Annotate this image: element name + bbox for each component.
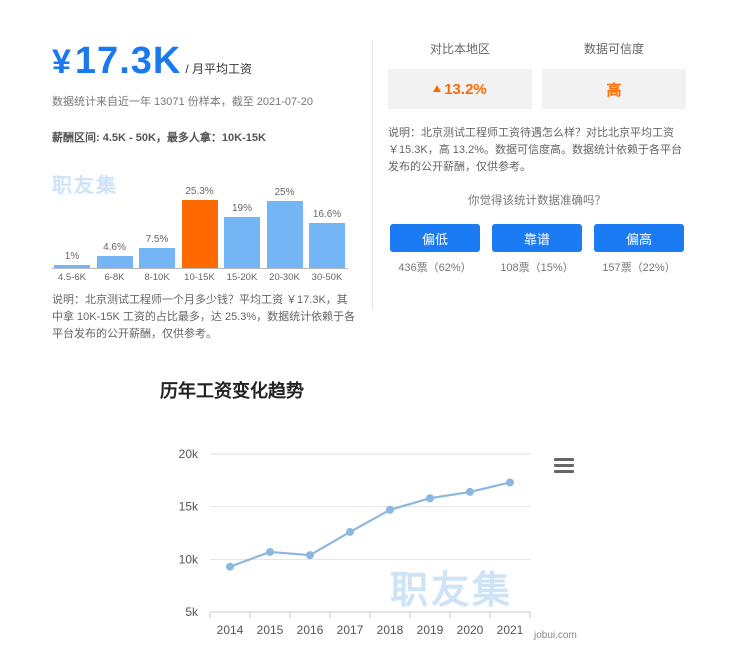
distribution-bar-15-20K (224, 216, 260, 268)
distribution-category-label: 6-8K (104, 272, 125, 283)
distribution-category-label: 10-15K (184, 272, 215, 283)
local-compare-percent: 13.2% (444, 80, 487, 98)
x-tick-label: 2020 (457, 623, 484, 637)
trend-data-point (506, 478, 514, 487)
vote-high: 偏高 157票（22%） (594, 224, 684, 275)
trend-data-point (306, 551, 314, 560)
distribution-category-label: 4.5-6K (58, 272, 86, 283)
vote-group: 偏低 436票（62%） 靠谱 108票（15%） 偏高 157票（22%） (388, 224, 686, 275)
average-salary: ¥ 17.3K / 月平均工资 (52, 40, 357, 83)
compare-note: 说明：北京测试工程师工资待遇怎么样？对比北京平均工资￥15.3K，高 13.2%… (388, 127, 682, 173)
local-compare-label: 对比本地区 (429, 42, 490, 56)
trend-data-point (226, 562, 234, 571)
salary-distribution-chart: 职友集 1% 4.5-6K 4.6% 6-8K 7.5% 8-10K 25.3% 10-15K… (52, 151, 357, 286)
distribution-bar-8-10K (139, 247, 175, 268)
distribution-bar-6-8K (96, 255, 133, 268)
accuracy-question: 你觉得该统计数据准确吗？ (468, 195, 606, 207)
trend-data-point (426, 494, 434, 503)
vote-high-count: 157票（22%） (602, 262, 676, 274)
distribution-bar-20-30K (266, 200, 303, 268)
salary-trend-chart: 职友集 5k 10k 15k 20k 2014 2015 2016 2017 2018 2019 20… (179, 447, 577, 641)
distribution-bar-label: 7.5% (145, 233, 169, 245)
trend-title: 历年工资变化趋势 (160, 381, 304, 401)
trend-data-point (466, 487, 474, 496)
currency-symbol: ¥ (52, 43, 71, 81)
distribution-bar-label: 25% (274, 186, 295, 198)
vote-low: 偏低 436票（62%） (390, 224, 480, 275)
vote-low-count: 436票（62%） (398, 262, 472, 274)
salary-note: 说明：北京测试工程师一个月多少钱？平均工资 ￥17.3K，其中拿 10K-15K… (52, 294, 356, 340)
distribution-category-label: 15-20K (226, 272, 258, 283)
vote-fair-count: 108票（15%） (500, 262, 574, 274)
x-tick-label: 2019 (417, 623, 444, 637)
y-tick-label: 15k (179, 500, 199, 514)
x-tick-label: 2018 (377, 623, 404, 637)
trend-data-point (346, 527, 354, 536)
x-tick-label: 2015 (257, 623, 284, 637)
local-compare-value: 13.2% (388, 69, 532, 109)
sample-info: 数据统计来自近一年 13071 份样本，截至 2021-07-20 (52, 96, 314, 108)
distribution-axis (52, 268, 348, 269)
distribution-bar-label: 25.3% (185, 186, 214, 197)
distribution-bar-10-15K (181, 200, 218, 268)
distribution-bar-label: 19% (231, 202, 252, 214)
x-tick-label: 2021 (497, 623, 524, 637)
salary-panel: ¥ 17.3K / 月平均工资 数据统计来自近一年 13071 份样本，截至 2… (52, 40, 357, 343)
arrow-up-icon (433, 84, 442, 92)
distribution-bar-30-50K (309, 223, 345, 268)
panel-divider (372, 40, 373, 310)
salary-amount: 17.3K (74, 40, 182, 82)
x-tick-label: 2017 (337, 623, 364, 637)
distribution-bar-label: 1% (64, 251, 80, 263)
salary-unit: / 月平均工资 (185, 62, 252, 76)
distribution-category-label: 20-30K (269, 272, 300, 283)
vote-low-button[interactable]: 偏低 (390, 224, 480, 252)
trust-value: 高 (542, 69, 686, 109)
y-tick-label: 10k (179, 552, 199, 566)
distribution-category-label: 8-10K (144, 272, 170, 283)
x-tick-label: 2014 (217, 623, 244, 637)
vote-high-button[interactable]: 偏高 (594, 224, 684, 252)
distribution-category-label: 30-50K (311, 272, 343, 283)
y-tick-label: 20k (179, 447, 199, 461)
y-tick-label: 5k (185, 605, 199, 619)
vote-fair-button[interactable]: 靠谱 (492, 224, 582, 252)
x-tick-label: 2016 (297, 623, 324, 637)
chart-watermark: 职友集 (390, 570, 513, 612)
vote-fair: 靠谱 108票（15%） (492, 224, 582, 275)
trend-data-point (386, 505, 394, 514)
comparison-panel: 对比本地区 数据可信度 13.2% 高 说明：北京测试工程师工资待遇怎么样？对比… (388, 40, 686, 275)
distribution-bar-label: 4.6% (103, 241, 126, 253)
salary-range: 薪酬区间: 4.5K - 50K，最多人拿：10K-15K (52, 132, 266, 144)
chart-menu-icon[interactable] (554, 458, 574, 474)
trust-label: 数据可信度 (583, 42, 644, 56)
trend-data-point (266, 547, 274, 556)
distribution-bar-label: 16.6% (312, 209, 342, 221)
chart-source-credit: jobui.com (533, 630, 577, 641)
